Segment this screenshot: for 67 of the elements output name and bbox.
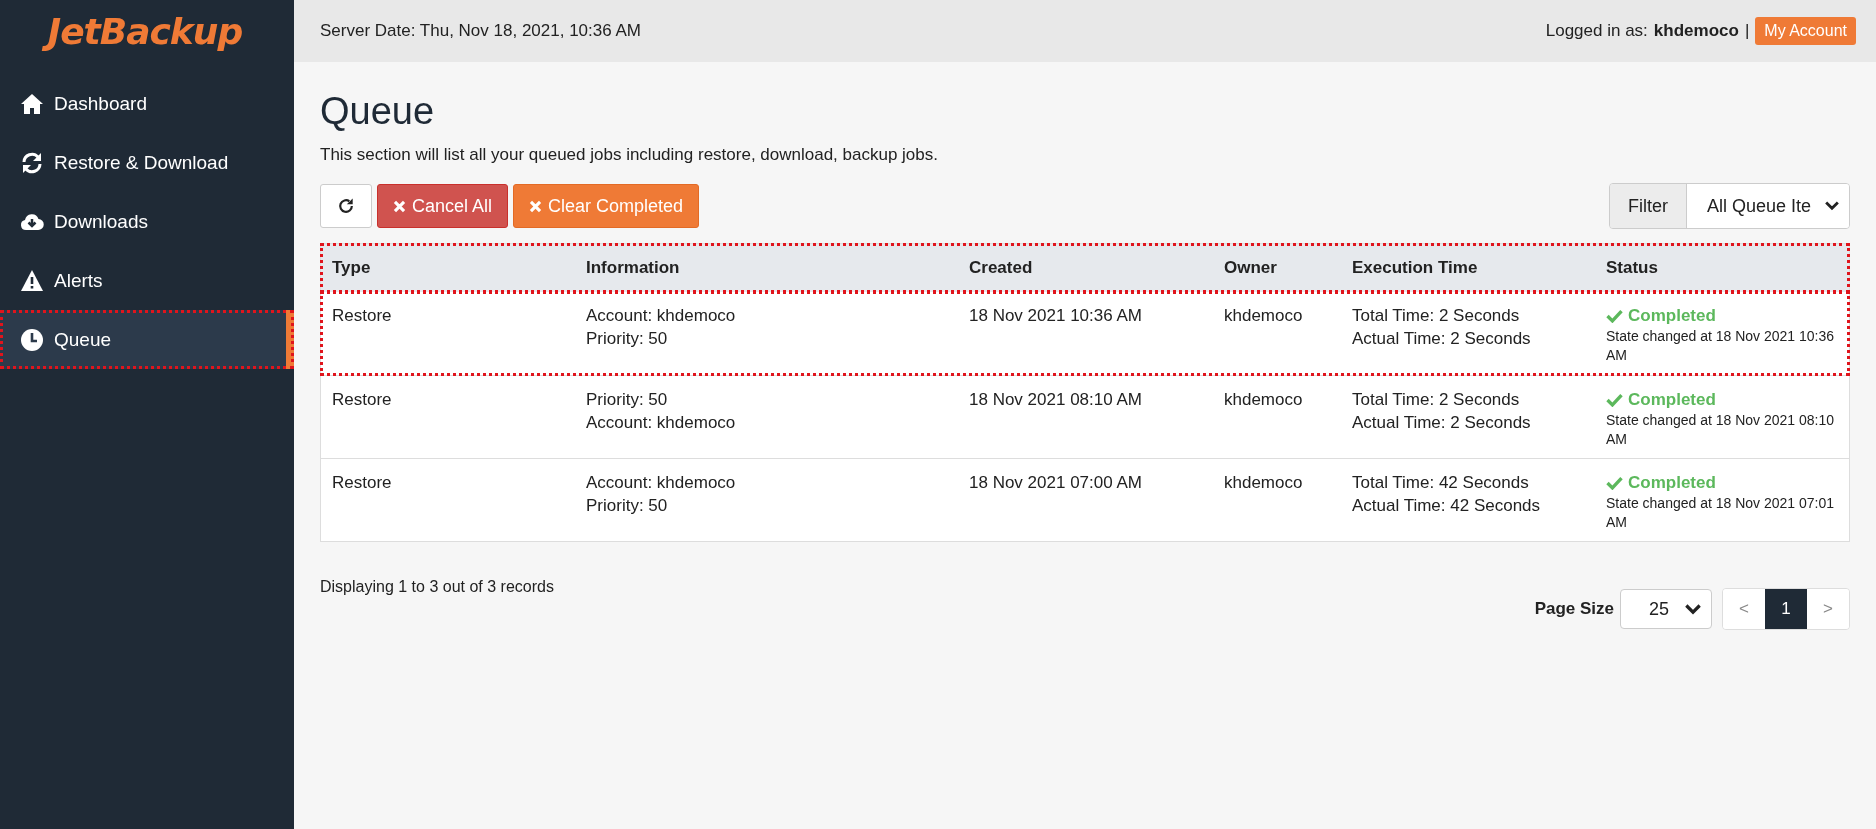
table-cell-text: Account: khdemoco <box>586 472 736 494</box>
filter-dropdown[interactable]: All Queue Ite <box>1686 184 1849 228</box>
close-icon <box>393 199 406 213</box>
table-cell-text: Actual Time: 42 Seconds <box>1352 495 1541 517</box>
table-cell-text: 18 Nov 2021 07:00 AM <box>969 472 1142 494</box>
state-changed-text: State changed at 18 Nov 2021 10:36 AM <box>1606 327 1836 365</box>
filter-label: Filter <box>1609 184 1687 228</box>
state-changed-text: State changed at 18 Nov 2021 08:10 AM <box>1606 411 1836 449</box>
sidebar-item[interactable]: Downloads <box>0 192 294 251</box>
table-cell-text: Account: khdemoco <box>586 305 736 327</box>
table-cell-text: Restore <box>332 305 392 327</box>
table-cell-text: Total Time: 2 Seconds <box>1352 305 1520 327</box>
logo[interactable]: JetBackup <box>39 0 255 62</box>
sidebar-item[interactable]: Restore & Download <box>0 133 294 192</box>
next-page-button[interactable]: > <box>1807 589 1849 629</box>
page-size-dropdown[interactable]: 25 <box>1620 589 1712 629</box>
separator: | <box>1744 21 1750 41</box>
table-cell-text: Priority: 50 <box>586 328 668 350</box>
sidebar-item[interactable]: Alerts <box>0 251 294 310</box>
server-date: Server Date: Thu, Nov 18, 2021, 10:36 AM <box>320 21 641 41</box>
table-cell-text: 18 Nov 2021 08:10 AM <box>969 389 1142 411</box>
check-icon <box>1606 475 1623 490</box>
cancel-all-button[interactable]: Cancel All <box>377 184 509 228</box>
table-cell-text: Restore <box>332 472 392 494</box>
page-size-label: Page Size <box>1534 599 1614 619</box>
check-icon <box>1606 308 1623 323</box>
chevron-down-icon <box>1825 201 1839 211</box>
status-text: Completed <box>1628 472 1716 494</box>
table-cell-text: Actual Time: 2 Seconds <box>1352 328 1531 350</box>
column-header: Execution Time <box>1351 258 1479 278</box>
close-icon <box>529 199 543 213</box>
page-title: Queue <box>320 90 436 133</box>
table-cell-text: Actual Time: 2 Seconds <box>1352 412 1531 434</box>
refresh-icon <box>20 150 44 175</box>
table-cell-text: Total Time: 2 Seconds <box>1352 389 1520 411</box>
table-cell-text: Priority: 50 <box>586 495 668 517</box>
page-button[interactable]: 1 <box>1765 589 1807 629</box>
column-header: Status <box>1605 258 1659 278</box>
sidebar-item[interactable]: Queue <box>0 310 294 369</box>
status-text: Completed <box>1628 305 1716 327</box>
clock-icon <box>20 327 44 352</box>
records-count: Displaying 1 to 3 out of 3 records <box>320 578 554 596</box>
state-changed-text: State changed at 18 Nov 2021 07:01 AM <box>1606 494 1836 532</box>
home-icon <box>20 91 44 116</box>
column-header: Created <box>968 258 1034 278</box>
previous-page-button[interactable]: < <box>1723 589 1765 629</box>
column-header: Type <box>331 258 372 278</box>
logged-in-label: Logged in as: <box>1545 21 1648 41</box>
table-cell-text: 18 Nov 2021 10:36 AM <box>969 305 1142 327</box>
table-cell-text: khdemoco <box>1224 389 1303 411</box>
sidebar-item[interactable]: Dashboard <box>0 74 294 133</box>
chevron-down-icon <box>1685 603 1701 615</box>
table-cell-text: Restore <box>332 389 392 411</box>
table-cell-text: khdemoco <box>1224 472 1303 494</box>
table-cell-text: Priority: 50 <box>586 389 668 411</box>
refresh-icon <box>336 196 356 216</box>
username: khdemoco <box>1653 21 1739 41</box>
table-cell-text: Total Time: 42 Seconds <box>1352 472 1529 494</box>
table-cell-text: khdemoco <box>1224 305 1303 327</box>
check-icon <box>1606 392 1623 407</box>
table-cell-text: Account: khdemoco <box>586 412 736 434</box>
column-header: Information <box>585 258 681 278</box>
page-description: This section will list all your queued jobs including restore, download, backup jobs. <box>320 145 939 165</box>
column-header: Owner <box>1223 258 1278 278</box>
status-text: Completed <box>1628 389 1716 411</box>
warning-icon <box>20 268 44 293</box>
refresh-button[interactable] <box>320 184 372 228</box>
